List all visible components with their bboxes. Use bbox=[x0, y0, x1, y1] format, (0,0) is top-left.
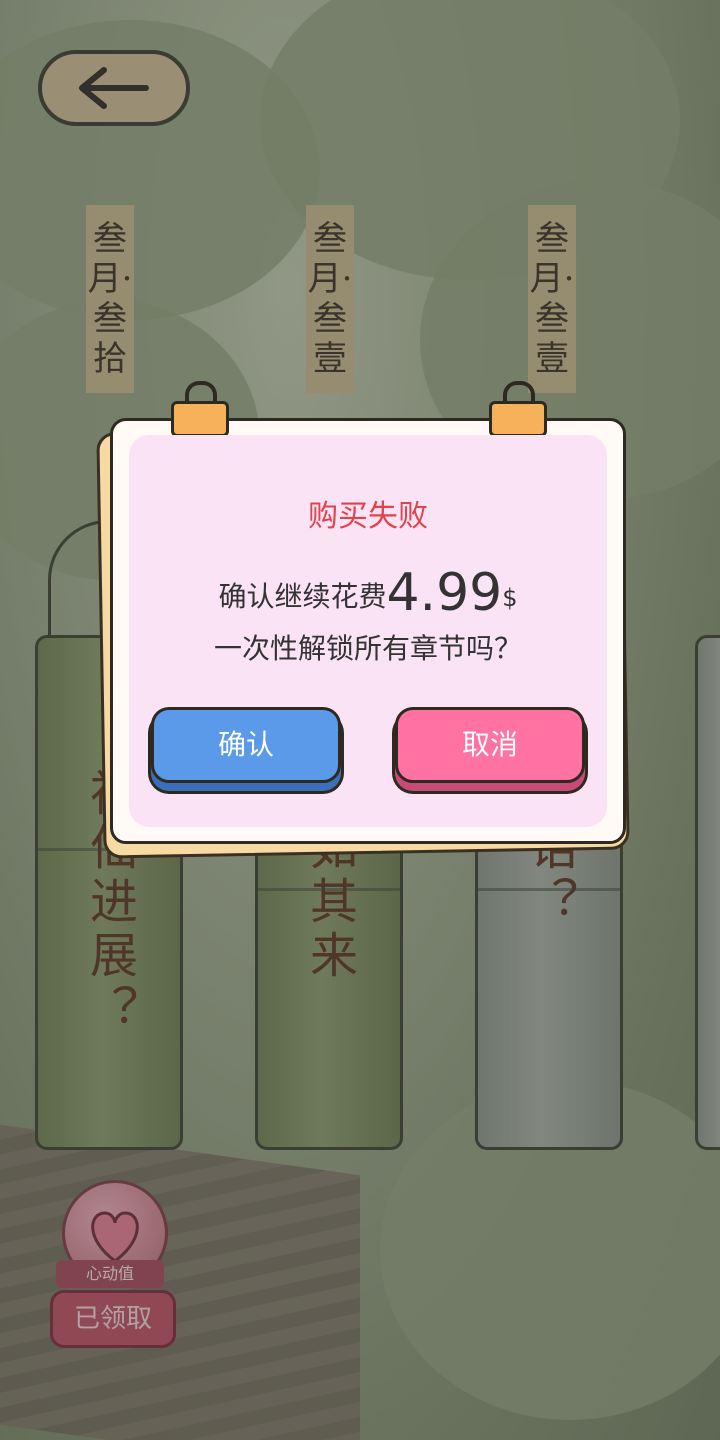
price-amount: 4.99 bbox=[386, 563, 503, 623]
purchase-failed-dialog: 购买失败 确认继续花费4.99$ 一次性解锁所有章节吗？ 确认 取消 bbox=[110, 381, 626, 844]
dialog-price-line: 确认继续花费4.99$ bbox=[129, 563, 607, 623]
confirm-button[interactable]: 确认 bbox=[151, 707, 341, 783]
cancel-button[interactable]: 取消 bbox=[395, 707, 585, 783]
dialog-question: 一次性解锁所有章节吗？ bbox=[213, 632, 522, 665]
binder-clip-icon bbox=[489, 381, 547, 439]
price-prefix: 确认继续花费 bbox=[218, 580, 387, 613]
dialog-content: 购买失败 确认继续花费4.99$ 一次性解锁所有章节吗？ 确认 取消 bbox=[129, 435, 607, 827]
dialog-title: 购买失败 bbox=[308, 499, 428, 534]
price-currency: $ bbox=[502, 584, 518, 612]
binder-clip-icon bbox=[171, 381, 229, 439]
